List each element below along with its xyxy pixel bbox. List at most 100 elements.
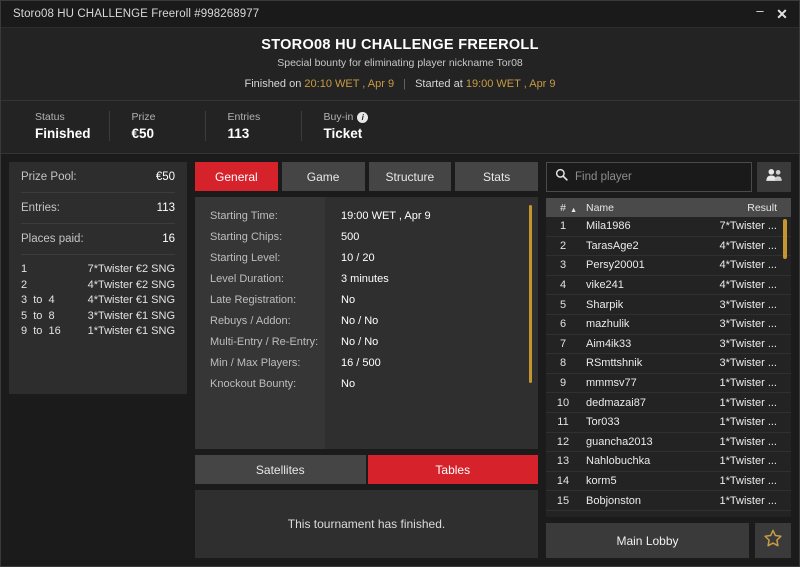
finished-time: 20:10 WET , Apr 9	[304, 78, 395, 90]
player-result: 1*Twister ...	[719, 475, 777, 488]
player-rank: 1	[559, 220, 567, 233]
column-header-name[interactable]: Name	[580, 202, 699, 214]
detail-tabs: General Game Structure Stats	[195, 162, 538, 191]
payout-prize: 4*Twister €2 SNG	[87, 278, 175, 291]
search-box[interactable]	[546, 162, 752, 192]
player-result: 3*Twister ...	[719, 357, 777, 370]
entries-value: 113	[156, 202, 175, 214]
general-value: No / No	[341, 336, 379, 348]
tab-structure[interactable]: Structure	[368, 162, 452, 191]
table-row[interactable]: 1 Mila1986 7*Twister ...	[546, 217, 791, 237]
table-row[interactable]: 7 Aim4ik33 3*Twister ...	[546, 335, 791, 355]
player-rank: 4	[559, 279, 567, 292]
prize-pool-value: €50	[155, 171, 175, 183]
general-label: Starting Time:	[210, 210, 278, 222]
players-footer: Main Lobby	[546, 523, 791, 558]
people-button[interactable]	[757, 162, 791, 192]
main-lobby-button[interactable]: Main Lobby	[546, 523, 749, 558]
table-row[interactable]: 15 Bobjonston 1*Twister ...	[546, 491, 791, 511]
table-row[interactable]: 4 vike241 4*Twister ...	[546, 276, 791, 296]
status-strip: Status Finished Prize €50 Entries 113 Bu…	[1, 101, 799, 154]
payout-prize: 4*Twister €1 SNG	[87, 294, 175, 306]
tournament-subtitle: Special bounty for eliminating player ni…	[277, 57, 523, 69]
player-rank: 2	[559, 239, 567, 252]
general-scrollbar[interactable]	[529, 205, 532, 383]
table-row[interactable]: 14 korm5 1*Twister ...	[546, 472, 791, 492]
tournament-title: STORO08 HU CHALLENGE FREEROLL	[261, 37, 539, 53]
table-row[interactable]: 9 mmmsv77 1*Twister ...	[546, 374, 791, 394]
general-detail-inner: Starting Time: Starting Chips: Starting …	[195, 197, 538, 449]
player-result: 4*Twister ...	[719, 279, 777, 292]
player-name: Aim4ik33	[586, 337, 632, 350]
general-labels-column: Starting Time: Starting Chips: Starting …	[195, 197, 325, 449]
search-input[interactable]	[575, 171, 743, 183]
tab-general[interactable]: General	[195, 162, 278, 191]
minimize-button[interactable]: –	[749, 3, 771, 25]
players-scrollbar[interactable]	[783, 219, 787, 259]
list-item: 1 7*Twister €2 SNG	[21, 262, 175, 278]
close-button[interactable]: ✕	[771, 3, 793, 25]
table-row[interactable]: 8 RSmttshnik 3*Twister ...	[546, 354, 791, 374]
title-bar: Storo08 HU CHALLENGE Freeroll #998268977…	[1, 1, 799, 28]
stat-status-label: Status	[35, 111, 65, 123]
player-rank: 9	[559, 377, 567, 390]
player-result: 3*Twister ...	[719, 318, 777, 331]
general-label: Knockout Bounty:	[210, 378, 297, 390]
table-row[interactable]: 5 Sharpik 3*Twister ...	[546, 295, 791, 315]
started-label: Started at	[415, 78, 463, 90]
tab-stats[interactable]: Stats	[455, 162, 538, 191]
column-header-num[interactable]: # ▲	[546, 202, 580, 214]
star-icon	[763, 529, 783, 553]
tables-empty-message: This tournament has finished.	[287, 517, 446, 531]
player-name: Persy20001	[586, 259, 645, 272]
payout-place: 9 to 16	[21, 325, 61, 337]
time-divider: |	[403, 78, 407, 90]
list-item: 3 to 4 4*Twister €1 SNG	[21, 293, 175, 309]
tab-tables[interactable]: Tables	[367, 455, 538, 484]
favorite-button[interactable]	[755, 523, 791, 558]
places-paid-label: Places paid:	[21, 233, 84, 245]
player-name: RSmttshnik	[586, 357, 643, 370]
tab-satellites[interactable]: Satellites	[195, 455, 366, 484]
player-rank: 10	[556, 396, 570, 409]
general-value: 19:00 WET , Apr 9	[341, 210, 431, 222]
general-label: Min / Max Players:	[210, 357, 301, 369]
started-time: 19:00 WET , Apr 9	[465, 78, 556, 90]
player-name: dedmazai87	[586, 396, 646, 409]
player-rank: 5	[559, 298, 567, 311]
column-header-result[interactable]: Result	[699, 202, 791, 214]
payout-list: 1 7*Twister €2 SNG 2 4*Twister €2 SNG 3 …	[21, 255, 175, 340]
sort-ascending-icon: ▲	[570, 206, 577, 214]
general-label: Level Duration:	[210, 273, 284, 285]
general-detail-panel: Starting Time: Starting Chips: Starting …	[195, 197, 538, 449]
details-column: General Game Structure Stats Starting Ti…	[195, 162, 538, 558]
prize-column: Prize Pool: €50 Entries: 113 Places paid…	[9, 162, 187, 558]
places-paid-row: Places paid: 16	[21, 224, 175, 255]
payout-prize: 3*Twister €1 SNG	[87, 309, 175, 322]
player-rank: 13	[556, 455, 570, 468]
player-name: korm5	[586, 475, 617, 488]
player-name: Tor033	[586, 416, 620, 429]
tables-panel: This tournament has finished.	[195, 490, 538, 558]
people-icon	[765, 168, 783, 187]
table-row[interactable]: 10 dedmazai87 1*Twister ...	[546, 393, 791, 413]
table-row[interactable]: 2 TarasAge2 4*Twister ...	[546, 237, 791, 257]
sub-tabs: Satellites Tables	[195, 455, 538, 484]
prize-pool-card: Prize Pool: €50 Entries: 113 Places paid…	[9, 162, 187, 394]
table-row[interactable]: 3 Persy20001 4*Twister ...	[546, 256, 791, 276]
table-row[interactable]: 11 Tor033 1*Twister ...	[546, 413, 791, 433]
table-row[interactable]: 12 guancha2013 1*Twister ...	[546, 433, 791, 453]
tab-game[interactable]: Game	[281, 162, 365, 191]
table-row[interactable]: 6 mazhulik 3*Twister ...	[546, 315, 791, 335]
player-name: vike241	[586, 279, 624, 292]
tournament-lobby-window: Storo08 HU CHALLENGE Freeroll #998268977…	[0, 0, 800, 567]
player-result: 1*Twister ...	[719, 494, 777, 507]
player-result: 4*Twister ...	[719, 259, 777, 272]
stat-buyin-value: Ticket	[323, 126, 363, 141]
stat-buyin-label: Buy-in i	[324, 111, 379, 123]
player-result: 1*Twister ...	[719, 396, 777, 409]
stat-prize-value: €50	[131, 126, 155, 141]
info-icon[interactable]: i	[357, 111, 369, 123]
player-rank: 15	[556, 494, 570, 507]
table-row[interactable]: 13 Nahlobuchka 1*Twister ...	[546, 452, 791, 472]
